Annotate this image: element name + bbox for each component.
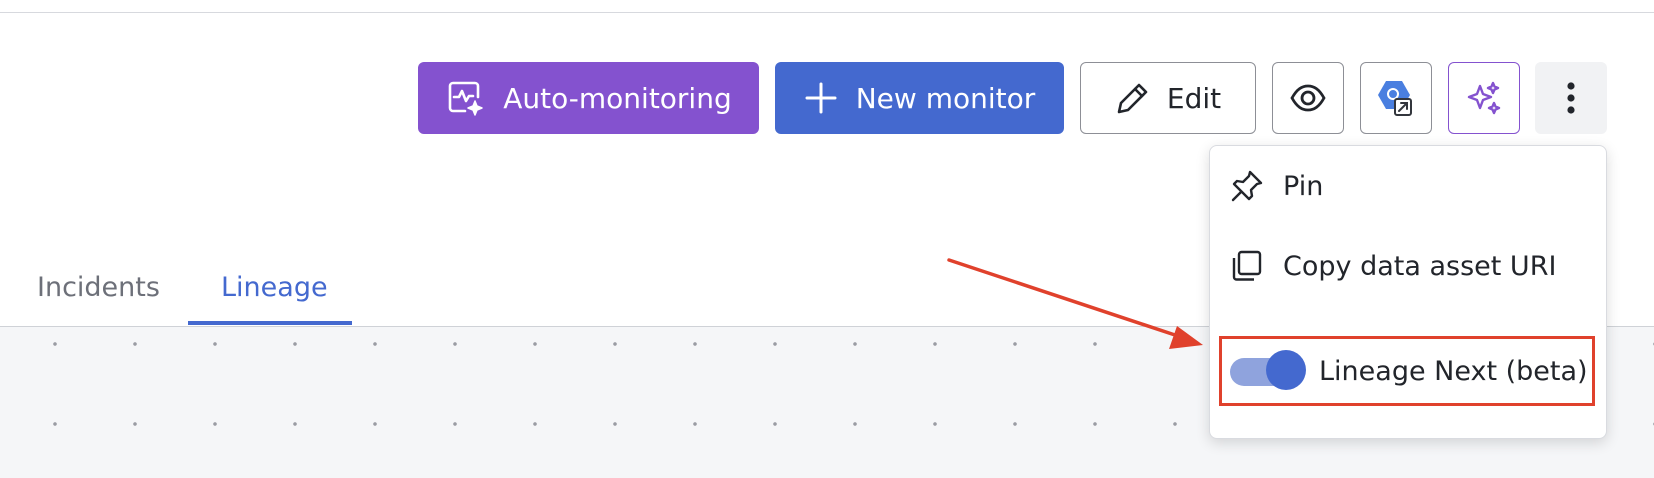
auto-monitoring-button[interactable]: Auto-monitoring: [418, 62, 759, 134]
active-tab-indicator: [188, 321, 352, 325]
edit-label: Edit: [1166, 81, 1222, 115]
menu-item-label: Lineage Next (beta): [1319, 355, 1588, 387]
auto-monitoring-label: Auto-monitoring: [503, 81, 732, 115]
bigquery-link-button[interactable]: [1360, 62, 1432, 134]
menu-item-label: Pin: [1283, 170, 1324, 202]
header-divider: [0, 12, 1654, 13]
tab-lineage[interactable]: Lineage: [221, 272, 328, 303]
pin-icon: [1231, 170, 1263, 202]
menu-item-label: Copy data asset URI: [1283, 250, 1557, 282]
bigquery-external-link-icon: [1378, 81, 1412, 116]
app-view: Auto-monitoring New monitor Edit Inciden…: [0, 0, 1654, 478]
more-vertical-icon: [1567, 82, 1575, 114]
pencil-icon: [1117, 83, 1148, 114]
new-monitor-button[interactable]: New monitor: [775, 62, 1064, 134]
copy-icon: [1232, 250, 1262, 281]
new-monitor-label: New monitor: [855, 81, 1036, 115]
eye-icon: [1290, 84, 1326, 112]
plus-icon: [805, 82, 837, 114]
more-options-menu: Pin Copy data asset URI Lineage Next (be…: [1209, 145, 1607, 439]
view-button[interactable]: [1272, 62, 1344, 134]
lineage-next-toggle[interactable]: [1230, 350, 1306, 390]
menu-item-lineage-next[interactable]: Lineage Next (beta): [1210, 341, 1606, 401]
ai-assistant-button[interactable]: [1448, 62, 1520, 134]
more-options-button[interactable]: [1535, 62, 1607, 134]
tab-incidents[interactable]: Incidents: [37, 272, 160, 303]
menu-item-pin[interactable]: Pin: [1210, 156, 1606, 216]
monitor-sparkle-icon: [448, 81, 483, 116]
sparkles-icon: [1467, 81, 1501, 115]
menu-item-copy-uri[interactable]: Copy data asset URI: [1210, 236, 1606, 296]
edit-button[interactable]: Edit: [1080, 62, 1256, 134]
toggle-knob: [1266, 350, 1306, 390]
